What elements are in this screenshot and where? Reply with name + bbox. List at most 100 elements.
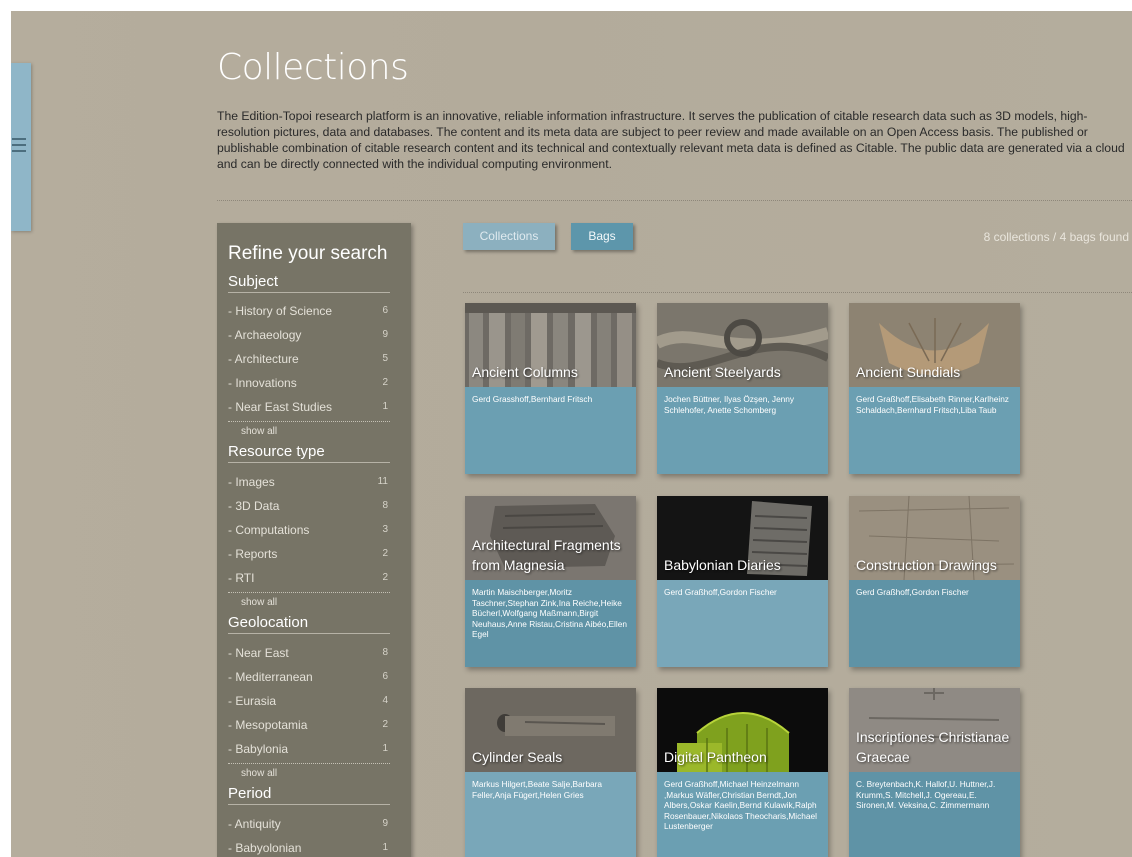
facet-item-count: 8: [382, 500, 388, 511]
facet-item-count: 2: [382, 548, 388, 559]
page: Collections The Edition-Topoi research p…: [11, 11, 1132, 857]
card-authors: Markus Hilgert,Beate Salje,Barbara Felle…: [472, 779, 603, 800]
card-title: Digital Pantheon: [664, 749, 767, 765]
facet-item-count: 9: [382, 329, 388, 340]
facet-item-label: Innovations: [228, 376, 297, 390]
intro-text: The Edition-Topoi research platform is a…: [217, 109, 1125, 171]
facet-title-geolocation: Geolocation: [228, 614, 390, 634]
card-title: Architectural Fragments from Magnesia: [472, 537, 621, 573]
facet-item[interactable]: Architecture 5: [228, 352, 400, 370]
card-authors: C. Breytenbach,K. Hallof,U. Huttner,J. K…: [856, 779, 996, 810]
facet-item[interactable]: Archaeology 9: [228, 328, 400, 346]
refine-search-title: Refine your search: [228, 243, 388, 264]
card-title: Ancient Steelyards: [664, 364, 781, 380]
facet-item-label: Architecture: [228, 352, 299, 366]
facet-item-label: 3D Data: [228, 499, 279, 513]
page-title: Collections: [217, 47, 409, 88]
show-all-link[interactable]: show all: [241, 768, 277, 779]
facet-item[interactable]: Antiquity 9: [228, 817, 400, 835]
facet-item-label: RTI: [228, 571, 254, 585]
divider: [228, 421, 390, 422]
facet-item-count: 6: [382, 671, 388, 682]
facet-item[interactable]: Innovations 2: [228, 376, 400, 394]
facet-item[interactable]: Babyolonian 1: [228, 841, 400, 857]
facet-item[interactable]: Reports 2: [228, 547, 400, 565]
facet-item-label: Mediterranean: [228, 670, 313, 684]
facet-item[interactable]: 3D Data 8: [228, 499, 400, 517]
facet-item-label: History of Science: [228, 304, 332, 318]
collection-card-cylinder-seals[interactable]: Cylinder Seals Markus Hilgert,Beate Salj…: [465, 688, 636, 857]
facet-item-count: 2: [382, 572, 388, 583]
show-all-link[interactable]: show all: [241, 597, 277, 608]
facet-item-label: Babylonia: [228, 742, 288, 756]
facet-item[interactable]: Mesopotamia 2: [228, 718, 400, 736]
collection-card-ancient-steelyards[interactable]: Ancient Steelyards Jochen Büttner, Ilyas…: [657, 303, 828, 474]
facet-item-count: 3: [382, 524, 388, 535]
facet-item-label: Mesopotamia: [228, 718, 307, 732]
collection-card-digital-pantheon[interactable]: Digital Pantheon Gerd Graßhoff,Michael H…: [657, 688, 828, 857]
facet-item-count: 4: [382, 695, 388, 706]
card-authors: Gerd Grasshoff,Bernhard Fritsch: [472, 394, 593, 404]
facet-title-subject: Subject: [228, 273, 390, 293]
collection-card-construction-drawings[interactable]: Construction Drawings Gerd Graßhoff,Gord…: [849, 496, 1020, 667]
facet-item-label: Babyolonian: [228, 841, 301, 855]
card-authors: Jochen Büttner, Ilyas Özşen, Jenny Schle…: [664, 394, 795, 415]
facet-item-count: 5: [382, 353, 388, 364]
facet-item-label: Archaeology: [228, 328, 301, 342]
show-all-link[interactable]: show all: [241, 426, 277, 437]
facet-title-resource-type: Resource type: [228, 443, 390, 463]
facet-item-label: Antiquity: [228, 817, 281, 831]
facet-item[interactable]: Near East 8: [228, 646, 400, 664]
divider: [228, 592, 390, 593]
facet-item-label: Near East Studies: [228, 400, 332, 414]
refine-search-sidebar: Refine your search Subject History of Sc…: [217, 223, 411, 857]
facet-item-count: 8: [382, 647, 388, 658]
divider: [463, 292, 1132, 293]
card-authors: Martin Maischberger,Moritz Taschner,Step…: [472, 587, 627, 639]
card-title: Inscriptiones Christianae Graecae: [856, 729, 1010, 765]
facet-item-label: Near East: [228, 646, 289, 660]
facet-item-count: 9: [382, 818, 388, 829]
facet-item[interactable]: History of Science 6: [228, 304, 400, 322]
card-title: Construction Drawings: [856, 557, 997, 573]
card-title: Ancient Columns: [472, 364, 578, 380]
bags-button[interactable]: Bags: [571, 223, 633, 250]
card-authors: Gerd Graßhoff,Gordon Fischer: [856, 587, 969, 597]
card-authors: Gerd Graßhoff,Michael Heinzelmann ,Marku…: [664, 779, 817, 831]
results-count: 8 collections / 4 bags found: [983, 230, 1129, 244]
facet-item[interactable]: Computations 3: [228, 523, 400, 541]
facet-item-count: 1: [382, 743, 388, 754]
hamburger-menu-icon[interactable]: [12, 138, 26, 154]
collection-card-architectural-fragments[interactable]: Architectural Fragments from Magnesia Ma…: [465, 496, 636, 667]
side-menu-tab[interactable]: [11, 63, 31, 231]
facet-item-label: Eurasia: [228, 694, 276, 708]
divider: [228, 763, 390, 764]
card-title: Cylinder Seals: [472, 749, 563, 765]
facet-item-count: 11: [377, 476, 388, 487]
facet-item[interactable]: Eurasia 4: [228, 694, 400, 712]
facet-item-count: 2: [382, 377, 388, 388]
facet-item[interactable]: RTI 2: [228, 571, 400, 589]
facet-item[interactable]: Images 11: [228, 475, 400, 493]
divider: [217, 200, 1132, 201]
collection-card-babylonian-diaries[interactable]: Babylonian Diaries Gerd Graßhoff,Gordon …: [657, 496, 828, 667]
facet-item[interactable]: Near East Studies 1: [228, 400, 400, 418]
card-title: Ancient Sundials: [856, 364, 961, 380]
collection-card-inscriptiones-christianae-graecae[interactable]: Inscriptiones Christianae Graecae C. Bre…: [849, 688, 1020, 857]
facet-item-count: 1: [382, 401, 388, 412]
card-title: Babylonian Diaries: [664, 557, 781, 573]
collections-button[interactable]: Collections: [463, 223, 555, 250]
facet-item[interactable]: Mediterranean 6: [228, 670, 400, 688]
card-authors: Gerd Graßhoff,Elisabeth Rinner,Karlheinz…: [856, 394, 1009, 415]
facet-title-period: Period: [228, 785, 390, 805]
card-authors: Gerd Graßhoff,Gordon Fischer: [664, 587, 777, 597]
facet-item-count: 1: [382, 842, 388, 853]
facet-item-label: Reports: [228, 547, 277, 561]
facet-item[interactable]: Babylonia 1: [228, 742, 400, 760]
facet-item-label: Images: [228, 475, 275, 489]
collection-card-ancient-columns[interactable]: Ancient Columns Gerd Grasshoff,Bernhard …: [465, 303, 636, 474]
facet-item-count: 2: [382, 719, 388, 730]
facet-item-count: 6: [382, 305, 388, 316]
facet-item-label: Computations: [228, 523, 309, 537]
collection-card-ancient-sundials[interactable]: Ancient Sundials Gerd Graßhoff,Elisabeth…: [849, 303, 1020, 474]
